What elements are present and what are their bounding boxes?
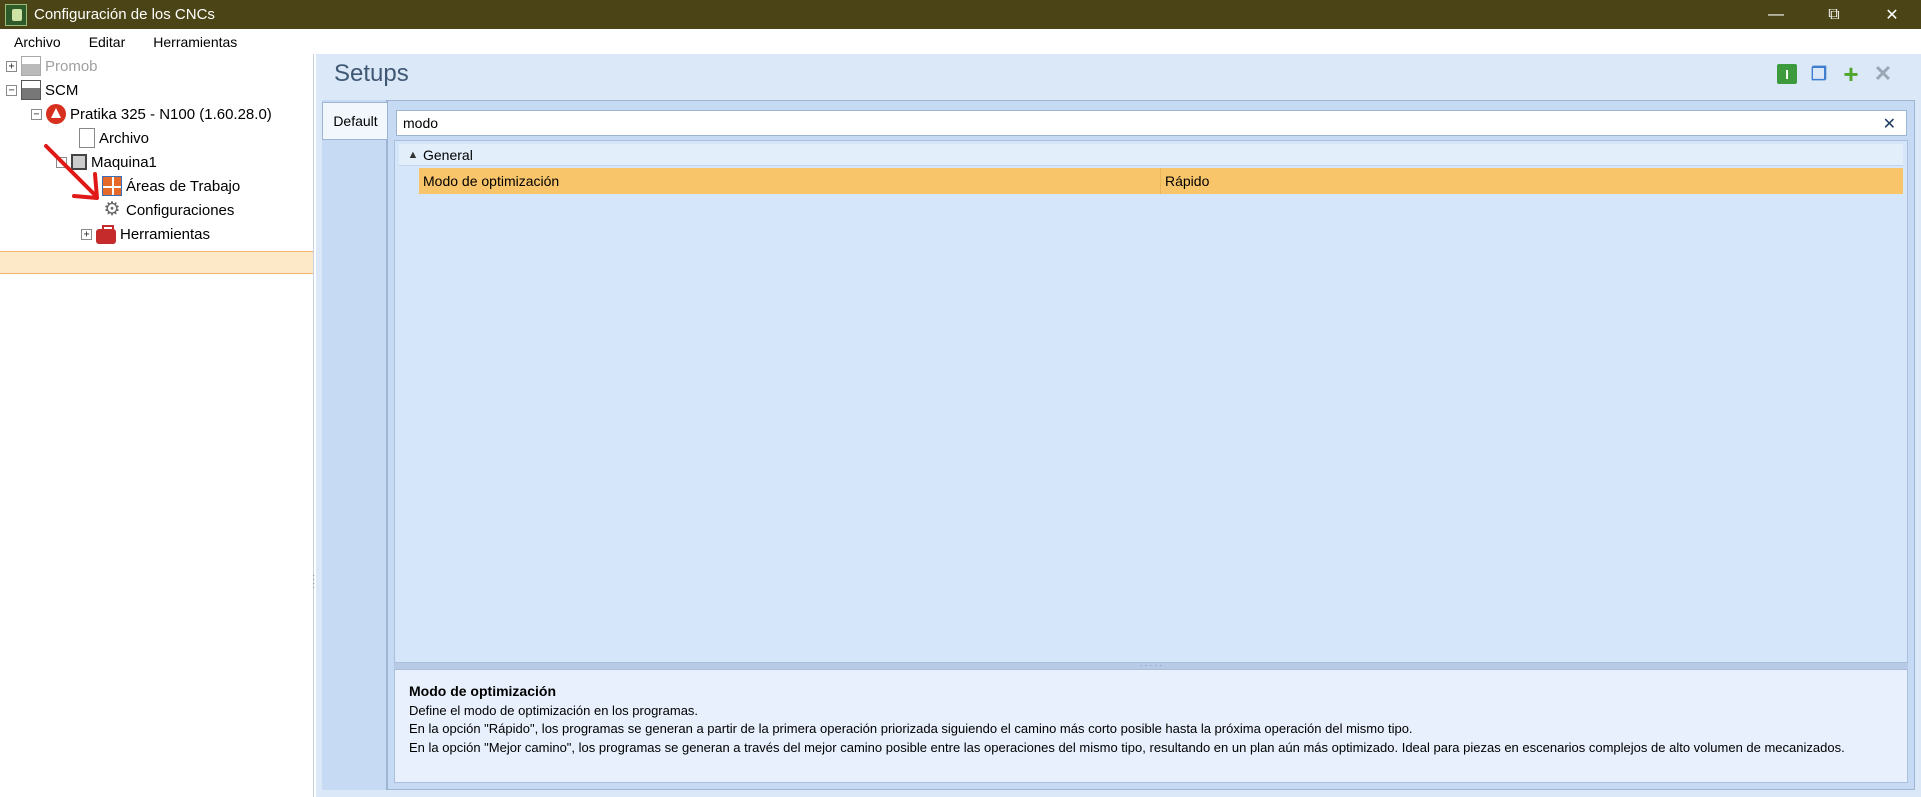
add-icon[interactable]: + (1841, 59, 1861, 89)
restore-button[interactable]: ⧉ (1805, 0, 1863, 29)
window-title: Configuración de los CNCs (34, 6, 215, 23)
menu-editar[interactable]: Editar (75, 34, 140, 50)
collapse-icon[interactable]: − (31, 108, 42, 120)
tree-selection-highlight (0, 251, 313, 274)
tree-item-label: Pratika 325 - N100 (1.60.28.0) (70, 105, 272, 123)
menu-archivo[interactable]: Archivo (0, 34, 75, 50)
property-name: Modo de optimización (419, 168, 1161, 194)
tree-item-label: Promob (45, 57, 98, 75)
tree-item-promob[interactable]: + Promob (6, 55, 98, 77)
property-grid: ▲ General Modo de optimización Rápido (394, 140, 1908, 663)
tree-item-pratika[interactable]: − Pratika 325 - N100 (1.60.28.0) (31, 103, 272, 125)
description-line: Define el modo de optimización en los pr… (409, 702, 699, 718)
info-icon[interactable]: I (1777, 64, 1797, 84)
menu-bar: Archivo Editar Herramientas (0, 29, 1921, 54)
menu-herramientas[interactable]: Herramientas (139, 34, 251, 50)
tree-item-label: Configuraciones (126, 201, 235, 219)
annotation-arrow-icon (44, 144, 99, 200)
page-title: Setups (334, 60, 409, 87)
setups-toolbar: I ❐ + ✕ (1777, 59, 1893, 89)
delete-icon[interactable]: ✕ (1873, 61, 1893, 86)
search-value: modo (403, 115, 439, 131)
clear-search-icon[interactable]: ✕ (1883, 114, 1896, 134)
setup-content: modo ✕ ▲ General Modo de optimización Rá… (387, 100, 1915, 790)
factory-icon (21, 80, 41, 100)
close-window-button[interactable]: ✕ (1863, 0, 1921, 29)
tree-item-configuraciones[interactable]: ⚙ Configuraciones (98, 199, 234, 221)
setups-panel: Setups I ❐ + ✕ Default modo ✕ ▲ General … (316, 54, 1921, 797)
search-input[interactable]: modo ✕ (396, 110, 1907, 136)
expand-icon[interactable]: + (81, 228, 92, 240)
description-line: En la opción "Mejor camino", los program… (409, 739, 1845, 755)
window-controls: — ⧉ ✕ (1747, 0, 1921, 29)
setup-tab-strip: Default (322, 100, 388, 790)
copy-icon[interactable]: ❐ (1809, 64, 1829, 84)
brand-logo-icon (46, 104, 66, 124)
tree-item-label: SCM (45, 81, 79, 99)
property-row[interactable]: Modo de optimización Rápido (419, 168, 1903, 194)
group-label: General (423, 146, 473, 163)
tree-item-label: Áreas de Trabajo (126, 177, 241, 195)
expand-icon[interactable]: + (6, 60, 17, 72)
collapse-icon[interactable]: − (6, 84, 17, 96)
description-line: En la opción "Rápido", los programas se … (409, 721, 1413, 736)
tree-item-herramientas[interactable]: + Herramientas (81, 223, 210, 245)
toolbox-icon (96, 224, 116, 244)
tree-item-scm[interactable]: − SCM (6, 79, 78, 101)
description-title: Modo de optimización (409, 683, 556, 699)
tab-default[interactable]: Default (322, 102, 388, 140)
collapse-caret-icon[interactable]: ▲ (403, 149, 423, 161)
property-description: Modo de optimización Define el modo de o… (394, 669, 1908, 783)
property-group-general[interactable]: ▲ General (399, 144, 1903, 166)
minimize-button[interactable]: — (1747, 0, 1805, 29)
tree-item-label: Herramientas (120, 225, 211, 243)
tree-item-areas-de-trabajo[interactable]: Áreas de Trabajo (98, 175, 240, 197)
title-bar: Configuración de los CNCs — ⧉ ✕ (0, 0, 1921, 29)
property-value[interactable]: Rápido (1161, 173, 1209, 189)
factory-icon (21, 56, 41, 76)
app-icon (5, 3, 27, 26)
